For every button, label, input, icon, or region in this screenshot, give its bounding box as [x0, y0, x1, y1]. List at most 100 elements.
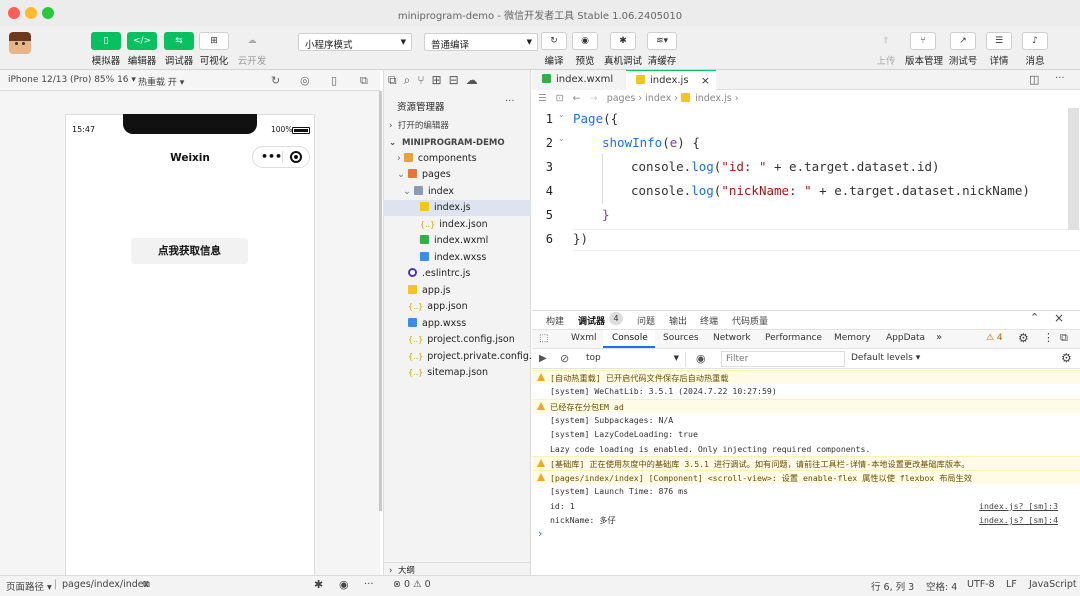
- record-icon[interactable]: ◎: [300, 74, 310, 87]
- test-account-button[interactable]: ↗: [950, 32, 976, 50]
- kebab-menu-icon[interactable]: ⋮: [1043, 331, 1054, 344]
- more-actions-icon[interactable]: ···: [1055, 73, 1065, 84]
- files-icon[interactable]: ⧉: [388, 73, 404, 87]
- devtools-tab-network[interactable]: Network: [713, 333, 751, 343]
- log-levels-select[interactable]: Default levels ▾: [851, 353, 920, 363]
- compile-button[interactable]: ↻: [541, 32, 567, 50]
- devtools-tab-console[interactable]: Console: [612, 333, 648, 343]
- tree-item-index-wxml[interactable]: index.wxml: [383, 233, 531, 249]
- search-icon[interactable]: ⌕: [404, 73, 418, 87]
- settings-icon[interactable]: ⚙: [1018, 331, 1029, 345]
- compile-mode-select[interactable]: 普通编译 ▼: [424, 33, 538, 51]
- devtools-tab-wxml[interactable]: Wxml: [571, 333, 597, 343]
- real-device-debug-button[interactable]: ✱: [610, 32, 636, 50]
- tree-item-app-js[interactable]: app.js: [383, 283, 531, 299]
- devtools-more-tabs[interactable]: »: [936, 332, 942, 343]
- page-path-label[interactable]: 页面路径 ▾: [6, 579, 52, 593]
- copy-icon[interactable]: ⧉: [143, 579, 150, 590]
- tree-item-index-folder[interactable]: ⌄ index: [383, 184, 531, 200]
- devtools-tab-appdata[interactable]: AppData: [886, 333, 925, 343]
- visual-toggle-button[interactable]: ⊞: [199, 32, 229, 50]
- console-filter-input[interactable]: [721, 351, 845, 367]
- phone-icon[interactable]: ▯: [331, 74, 337, 87]
- more-icon[interactable]: •••: [261, 150, 282, 163]
- indentation[interactable]: 空格: 4: [926, 579, 957, 593]
- inspect-icon[interactable]: ⬚: [539, 333, 548, 344]
- tree-item-pages[interactable]: ⌄ pages: [383, 167, 531, 183]
- panel-tab-code-quality[interactable]: 代码质量: [732, 314, 768, 327]
- tree-item-index-json[interactable]: {..} index.json: [383, 217, 531, 233]
- project-section[interactable]: ⌄ MINIPROGRAM-DEMO: [383, 135, 531, 151]
- more-icon[interactable]: ···: [364, 579, 374, 590]
- version-control-button[interactable]: ⑂: [910, 32, 936, 50]
- context-select[interactable]: top ▼: [580, 352, 686, 367]
- extensions-icon[interactable]: ⊞: [432, 73, 449, 87]
- tab-index-wxml[interactable]: index.wxml: [532, 70, 626, 90]
- close-panel-icon[interactable]: ×: [1054, 311, 1064, 325]
- panel-tab-output[interactable]: 输出: [669, 314, 687, 327]
- forward-icon[interactable]: →: [590, 93, 598, 104]
- capsule-menu[interactable]: •••: [252, 146, 310, 168]
- rotate-icon[interactable]: ↻: [271, 74, 280, 87]
- simulator-toggle-button[interactable]: ▯: [91, 32, 121, 50]
- eye-icon[interactable]: ◉: [339, 578, 349, 591]
- sidebar-toggle-icon[interactable]: ▶: [539, 353, 547, 364]
- messages-button[interactable]: ♪: [1022, 32, 1048, 50]
- editor-scrollbar[interactable]: [1068, 108, 1079, 230]
- line-ending[interactable]: LF: [1006, 579, 1017, 590]
- cursor-position[interactable]: 行 6, 列 3: [871, 579, 914, 593]
- window-icon[interactable]: ⧉: [360, 74, 368, 88]
- source-link[interactable]: index.js? [sm]:4: [979, 513, 1058, 527]
- clear-console-icon[interactable]: ⊘: [560, 352, 569, 365]
- cloud-icon[interactable]: ☁: [466, 73, 485, 87]
- source-link[interactable]: index.js? [sm]:3: [979, 499, 1058, 513]
- console-prompt[interactable]: ›: [538, 527, 542, 540]
- language-mode[interactable]: JavaScript: [1029, 579, 1077, 590]
- chevron-up-icon[interactable]: ⌃: [1030, 311, 1039, 324]
- debugger-toggle-button[interactable]: ⇆: [164, 32, 194, 50]
- split-editor-icon[interactable]: ◫: [1029, 73, 1039, 86]
- close-miniprogram-icon[interactable]: [290, 151, 302, 163]
- editor-toggle-button[interactable]: </>: [127, 32, 157, 50]
- back-icon[interactable]: ←: [573, 93, 581, 104]
- git-icon[interactable]: ⑂: [417, 73, 431, 87]
- fold-icon[interactable]: ⌄: [558, 134, 565, 143]
- tree-item-components[interactable]: › components: [383, 151, 531, 167]
- details-button[interactable]: ☰: [986, 32, 1012, 50]
- devtools-tab-sources[interactable]: Sources: [663, 333, 699, 343]
- tree-item-project-config[interactable]: {..} project.config.json: [383, 332, 531, 348]
- bookmark-icon[interactable]: ⊡: [556, 93, 564, 104]
- devtools-tab-memory[interactable]: Memory: [834, 333, 871, 343]
- dock-icon[interactable]: ⧉: [1060, 331, 1068, 345]
- panel-tab-terminal[interactable]: 终端: [700, 314, 718, 327]
- preview-button[interactable]: ◉: [572, 32, 598, 50]
- breadcrumb-file[interactable]: index.js: [695, 93, 732, 104]
- get-info-button[interactable]: 点我获取信息: [131, 238, 248, 264]
- panel-tab-debugger[interactable]: 调试器: [578, 314, 605, 327]
- breadcrumb-index[interactable]: index: [645, 93, 671, 104]
- more-actions-icon[interactable]: ···: [505, 96, 515, 107]
- splitter[interactable]: [379, 91, 382, 511]
- bug-icon[interactable]: ✱: [314, 578, 323, 591]
- debug-icon[interactable]: ⊟: [449, 73, 466, 87]
- problems-count[interactable]: ⊗ 0 ⚠ 0: [393, 579, 431, 590]
- tree-item-app-json[interactable]: {..} app.json: [383, 299, 531, 315]
- device-select[interactable]: iPhone 12/13 (Pro) 85% 16 ▾: [8, 75, 136, 85]
- tree-item-index-wxss[interactable]: index.wxss: [383, 250, 531, 266]
- tree-item-eslintrc[interactable]: .eslintrc.js: [383, 266, 531, 282]
- panel-tab-problems[interactable]: 问题: [637, 314, 655, 327]
- clear-cache-button[interactable]: ≋▾: [647, 32, 677, 50]
- mode-select[interactable]: 小程序模式 ▼: [298, 33, 412, 51]
- fold-icon[interactable]: ⌄: [558, 110, 565, 119]
- encoding[interactable]: UTF-8: [967, 579, 995, 590]
- breadcrumb-pages[interactable]: pages: [607, 93, 636, 104]
- eye-icon[interactable]: ◉: [696, 352, 706, 365]
- tab-index-js[interactable]: index.js ×: [626, 70, 716, 90]
- tree-item-sitemap[interactable]: {..} sitemap.json: [383, 365, 531, 381]
- avatar[interactable]: [9, 32, 31, 54]
- console-settings-icon[interactable]: ⚙: [1061, 351, 1072, 365]
- panel-tab-build[interactable]: 构建: [546, 314, 564, 327]
- cloud-dev-button[interactable]: ☁: [237, 32, 267, 50]
- open-editors-section[interactable]: › 打开的编辑器: [383, 118, 531, 134]
- close-tab-icon[interactable]: ×: [701, 71, 710, 91]
